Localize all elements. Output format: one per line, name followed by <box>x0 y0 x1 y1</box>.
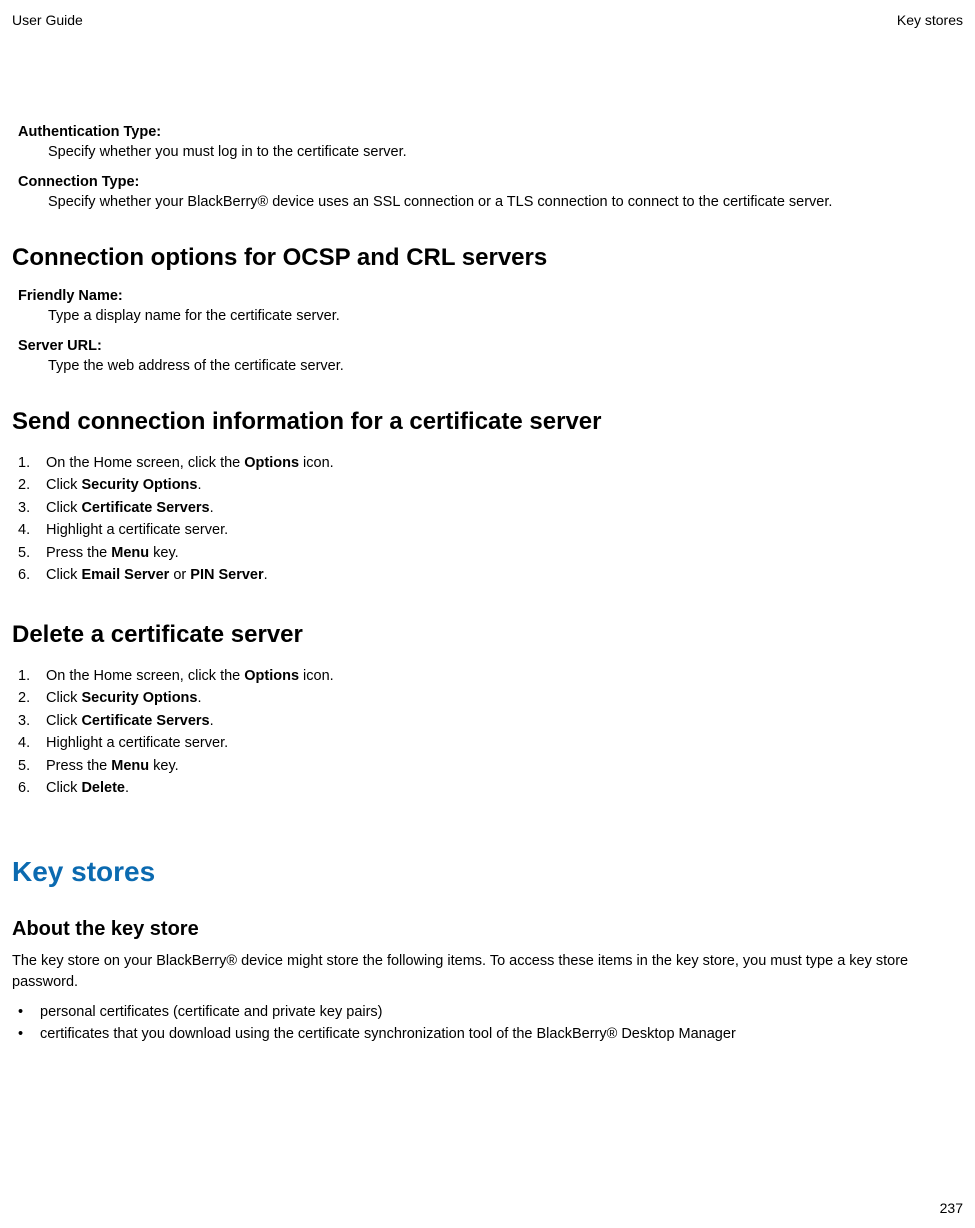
list-item: Click Certificate Servers. <box>18 710 963 732</box>
list-item: Highlight a certificate server. <box>18 732 963 754</box>
list-item: On the Home screen, click the Options ic… <box>18 665 963 687</box>
def-desc: Specify whether you must log in to the c… <box>48 144 963 160</box>
list-item: On the Home screen, click the Options ic… <box>18 452 963 474</box>
list-item: Click Delete. <box>18 777 963 799</box>
def-term: Connection Type: <box>18 174 963 190</box>
list-item: Click Security Options. <box>18 474 963 496</box>
list-item: personal certificates (certificate and p… <box>18 1001 963 1023</box>
def-desc: Type the web address of the certificate … <box>48 358 963 374</box>
heading-delete-cert-server: Delete a certificate server <box>12 621 963 649</box>
definition-friendly-name: Friendly Name: Type a display name for t… <box>18 288 963 324</box>
heading-about-key-store: About the key store <box>12 918 963 941</box>
list-item: Click Email Server or PIN Server. <box>18 564 963 586</box>
delete-steps-list: On the Home screen, click the Options ic… <box>18 665 963 800</box>
list-item: Click Security Options. <box>18 687 963 709</box>
send-steps-list: On the Home screen, click the Options ic… <box>18 452 963 587</box>
def-term: Server URL: <box>18 338 963 354</box>
definition-server-url: Server URL: Type the web address of the … <box>18 338 963 374</box>
about-key-store-paragraph: The key store on your BlackBerry® device… <box>12 951 963 993</box>
heading-send-connection-info: Send connection information for a certif… <box>12 408 963 436</box>
list-item: Highlight a certificate server. <box>18 519 963 541</box>
definition-authentication-type: Authentication Type: Specify whether you… <box>18 124 963 160</box>
list-item: Press the Menu key. <box>18 542 963 564</box>
definition-connection-type: Connection Type: Specify whether your Bl… <box>18 174 963 210</box>
page-header: User Guide Key stores <box>12 12 963 28</box>
header-right: Key stores <box>897 12 963 28</box>
heading-ocsp-crl-options: Connection options for OCSP and CRL serv… <box>12 244 963 272</box>
def-term: Friendly Name: <box>18 288 963 304</box>
def-desc: Specify whether your BlackBerry® device … <box>48 194 963 210</box>
def-term: Authentication Type: <box>18 124 963 140</box>
list-item: certificates that you download using the… <box>18 1023 963 1045</box>
list-item: Click Certificate Servers. <box>18 497 963 519</box>
heading-key-stores: Key stores <box>12 856 963 888</box>
page-number: 237 <box>940 1200 963 1216</box>
def-desc: Type a display name for the certificate … <box>48 308 963 324</box>
key-store-items-list: personal certificates (certificate and p… <box>18 1001 963 1046</box>
header-left: User Guide <box>12 12 83 28</box>
list-item: Press the Menu key. <box>18 755 963 777</box>
